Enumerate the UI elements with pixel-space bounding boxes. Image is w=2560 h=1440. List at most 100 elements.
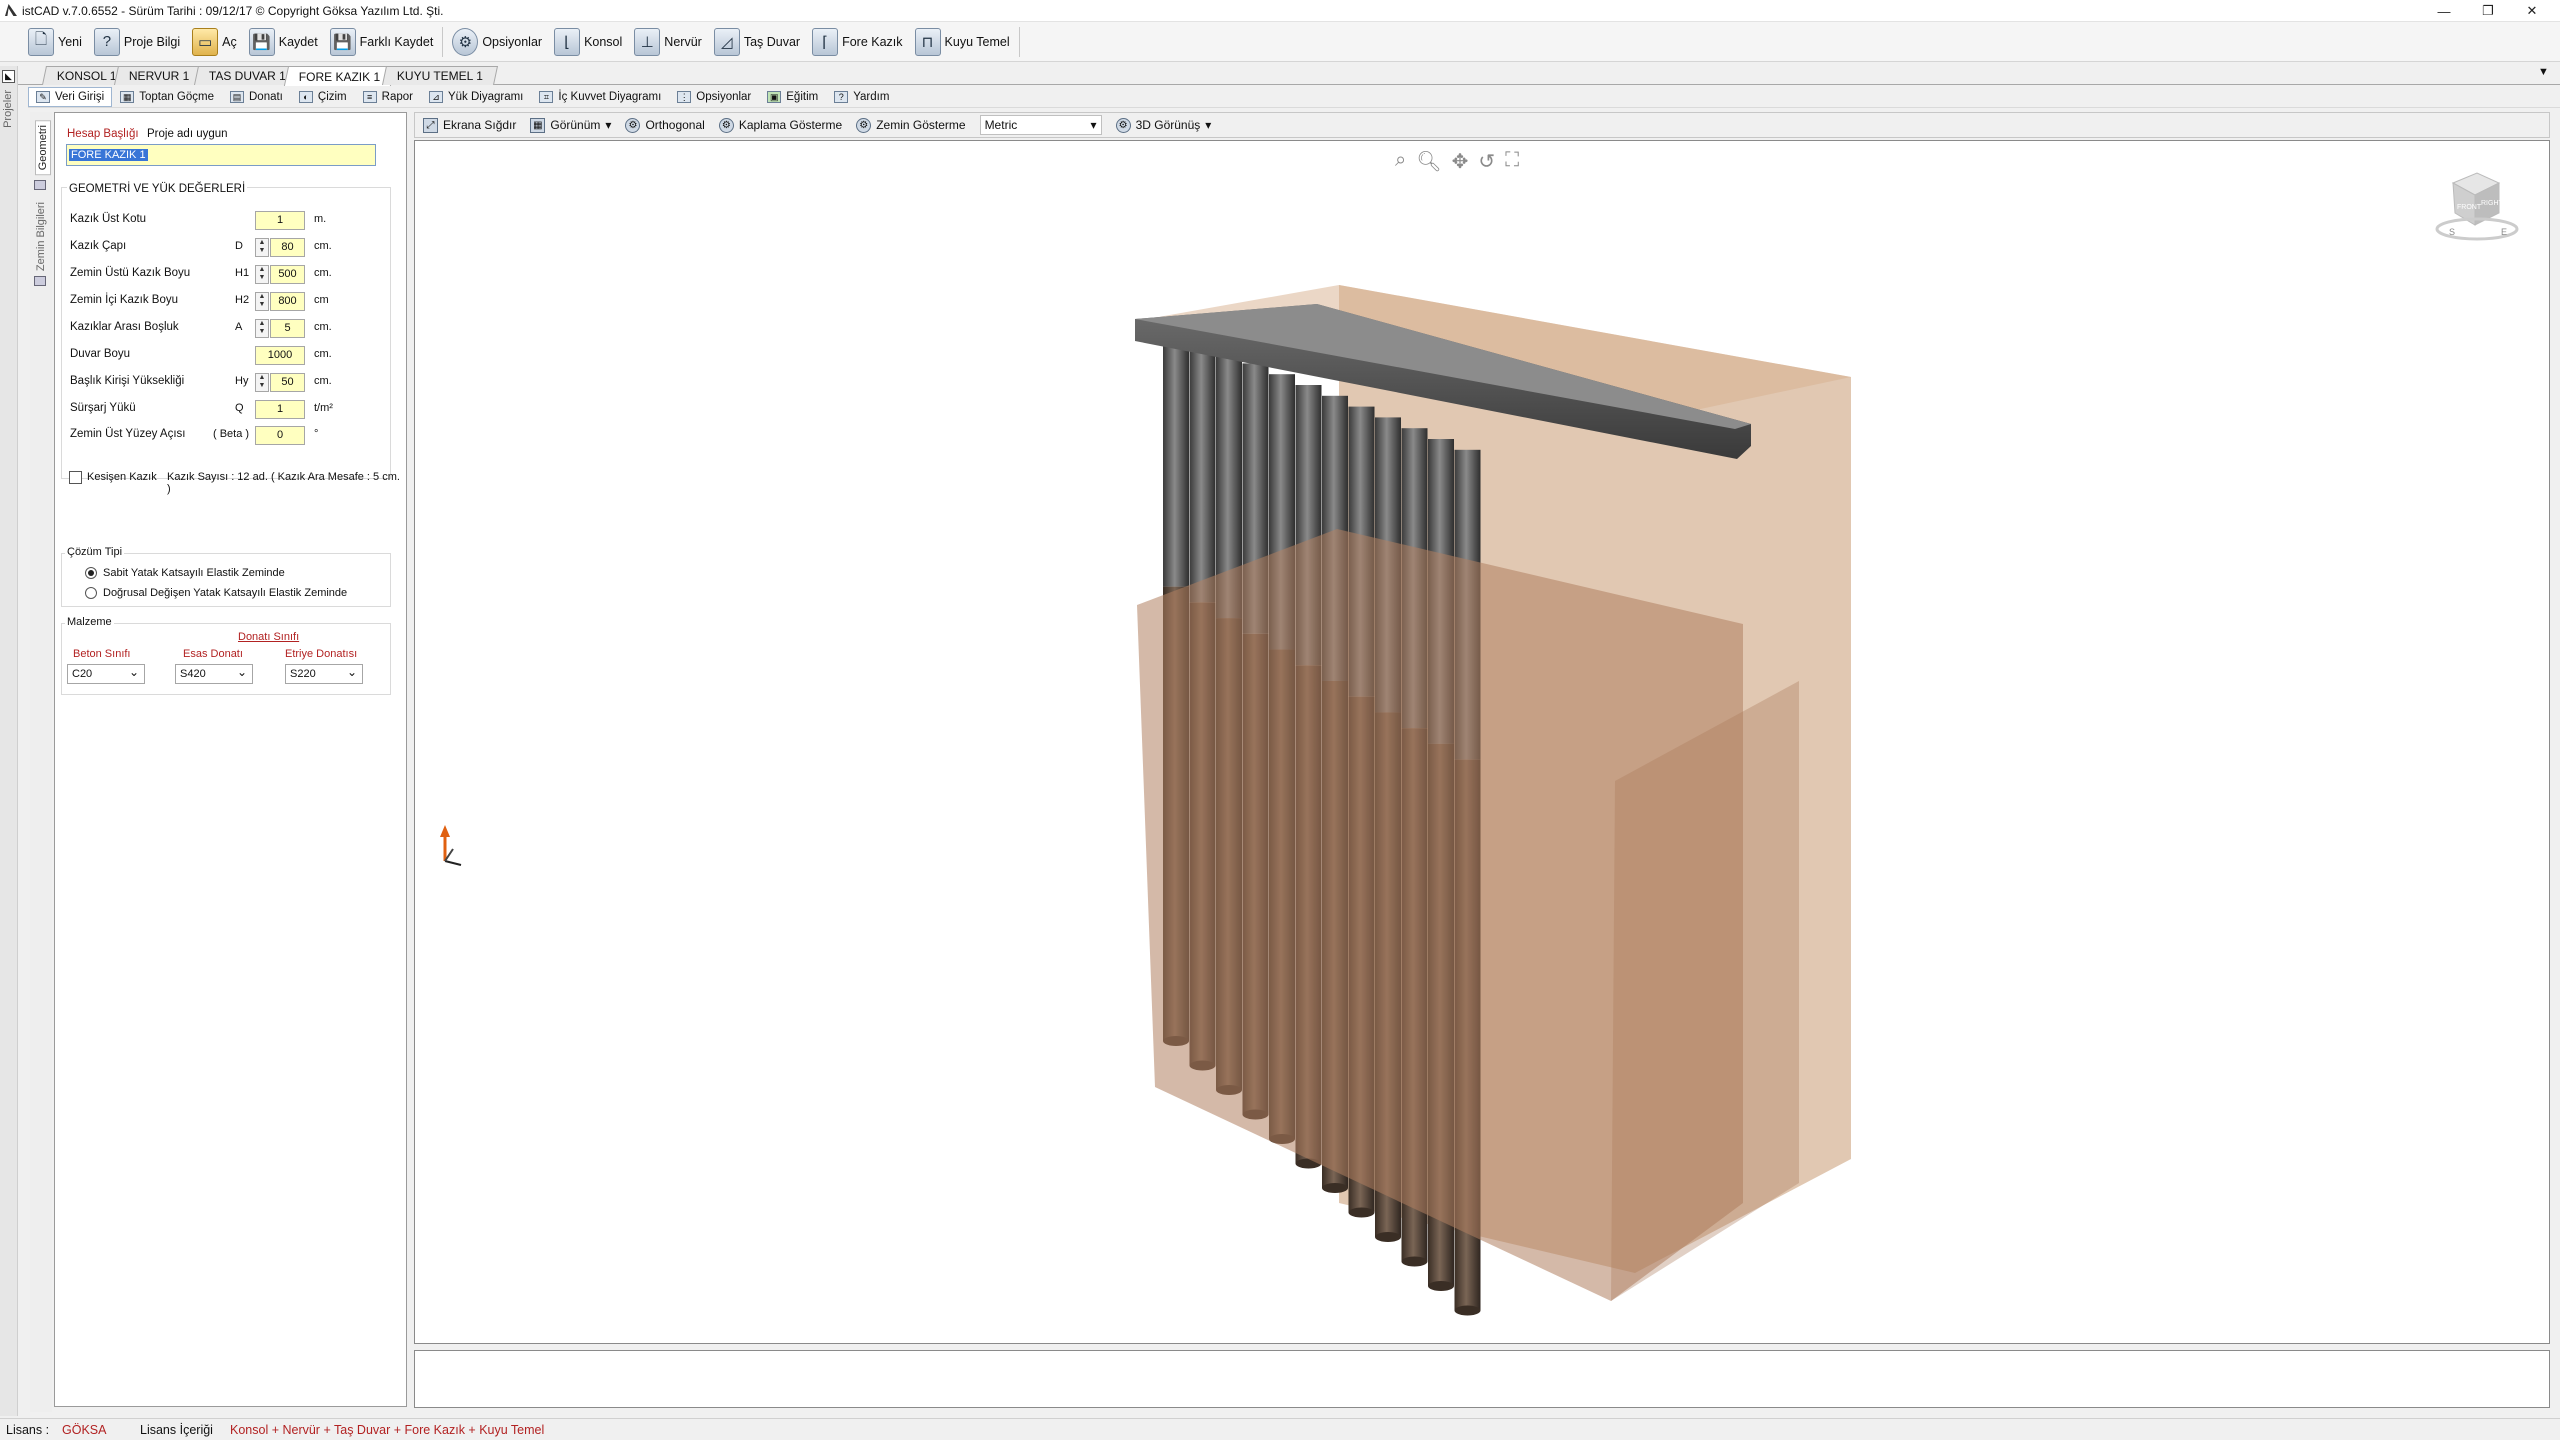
geometry-value-input[interactable]: 80	[270, 238, 305, 257]
fit-icon: ⤢	[423, 117, 438, 133]
zoom-window-icon[interactable]: ⌕	[1395, 149, 1406, 174]
projects-tab[interactable]: Projeler	[2, 90, 14, 128]
close-button[interactable]: ✕	[2510, 0, 2554, 22]
value-stepper[interactable]: ▲ ▼	[255, 319, 269, 338]
pin-icon[interactable]: ◣	[2, 70, 15, 83]
value-stepper[interactable]: ▲ ▼	[255, 292, 269, 311]
project-info-label: Proje Bilgi	[123, 34, 181, 49]
tab-label: Toptan Göçme	[139, 90, 214, 103]
geometry-row-symbol: H1	[235, 267, 250, 279]
new-button[interactable]: 🗋 Yeni	[22, 25, 88, 59]
tab-label: TAS DUVAR 1	[208, 69, 286, 83]
geometry-value-input[interactable]: 5	[270, 319, 305, 338]
tab-yuk-diyagrami[interactable]: ⊿ Yük Diyagramı	[421, 87, 531, 107]
geometry-row-symbol: ( Beta )	[213, 428, 250, 440]
cozum-dogrusal-radio[interactable]	[85, 587, 97, 599]
tab-label: İç Kuvvet Diyagramı	[558, 90, 662, 103]
3d-scene: FRONT RIGHT S E	[440, 172, 2519, 1316]
geometry-group-title: GEOMETRİ VE YÜK DEĞERLERİ	[67, 183, 248, 195]
cozum-sabit-radio[interactable]	[85, 567, 97, 579]
view-dropdown[interactable]: ▦ Görünüm ▾	[530, 117, 611, 133]
fore-kazik-button[interactable]: ⌈ Fore Kazık	[806, 25, 908, 59]
navigation-controls: ⌕ 🔍︎ ✥ ↺ ⛶	[1395, 149, 1519, 174]
tab-label: NERVUR 1	[128, 69, 190, 83]
tab-nervur-1[interactable]: NERVUR 1	[113, 66, 205, 85]
ribbed-wall-icon: ⊥	[634, 27, 661, 56]
tab-toptan-gocme[interactable]: ▦ Toptan Göçme	[112, 87, 222, 107]
kuyu-temel-button[interactable]: ⊓ Kuyu Temel	[909, 25, 1016, 59]
tab-opsiyonlar[interactable]: ⋮ Opsiyonlar	[669, 87, 759, 107]
restore-button[interactable]: ❐	[2466, 0, 2510, 22]
tab-geometri[interactable]: Geometri	[35, 120, 51, 176]
tab-rapor[interactable]: ≡ Rapor	[355, 87, 421, 107]
save-button[interactable]: 💾 Kaydet	[243, 25, 324, 59]
beton-sinifi-select[interactable]: C20	[67, 663, 145, 684]
tab-zemin-bilgileri[interactable]: Zemin Bilgileri	[35, 202, 47, 271]
soil-toggle-button[interactable]: ⚙ Zemin Gösterme	[856, 117, 966, 133]
soil-label: Zemin Gösterme	[876, 118, 966, 132]
drawing-icon: ◐	[298, 90, 313, 103]
donati-sinifi-link[interactable]: Donatı Sınıfı	[238, 631, 299, 643]
options-button[interactable]: ⚙ Opsiyonlar	[446, 25, 548, 59]
texture-toggle-button[interactable]: ⚙ Kaplama Gösterme	[718, 117, 842, 133]
tab-list-dropdown[interactable]: ▼	[2538, 66, 2549, 78]
input-vertical-tabs: Geometri Zemin Bilgileri	[30, 112, 52, 1412]
hesap-basligi-input[interactable]: FORE KAZIK 1	[66, 144, 376, 166]
tas-duvar-button[interactable]: ◿ Taş Duvar	[708, 25, 806, 59]
fullscreen-icon[interactable]: ⛶	[1505, 149, 1519, 174]
value-stepper[interactable]: ▲ ▼	[255, 373, 269, 392]
project-info-button[interactable]: ? Proje Bilgi	[88, 25, 186, 59]
units-select[interactable]: Metric ▾	[979, 115, 1102, 135]
tab-veri-girisi[interactable]: ✎ Veri Girişi	[28, 86, 113, 107]
value-stepper[interactable]: ▲ ▼	[255, 238, 269, 257]
geometry-row-label: Kazıklar Arası Boşluk	[70, 321, 179, 333]
tab-yardim[interactable]: ? Yardım	[826, 87, 897, 107]
geometry-row-label: Kazık Çapı	[70, 240, 127, 252]
value-stepper[interactable]: ▲ ▼	[255, 265, 269, 284]
tab-cizim[interactable]: ◐ Çizim	[291, 87, 355, 107]
geometry-row-symbol: Hy	[235, 375, 249, 387]
geometry-value-input[interactable]: 50	[270, 373, 305, 392]
fit-label: Ekrana Sığdır	[443, 118, 517, 132]
nervur-button[interactable]: ⊥ Nervür	[628, 25, 708, 59]
toolbar-separator	[442, 26, 444, 57]
orthogonal-button[interactable]: ⚙ Orthogonal	[625, 117, 705, 133]
geometry-value-input[interactable]: 1	[255, 400, 305, 419]
kesisen-kazik-checkbox[interactable]	[69, 471, 82, 484]
tab-fore-kazik-1[interactable]: FORE KAZIK 1	[283, 66, 396, 86]
tab-label: FORE KAZIK 1	[298, 69, 381, 84]
projects-sidebar: ◣ Projeler	[0, 66, 18, 1416]
open-button[interactable]: ▭ Aç	[186, 25, 243, 59]
stone-wall-icon: ◿	[713, 27, 740, 56]
geometry-value-input[interactable]: 1000	[255, 346, 305, 365]
fit-to-screen-button[interactable]: ⤢ Ekrana Sığdır	[423, 117, 517, 133]
save-icon: 💾	[248, 27, 275, 56]
minimize-button[interactable]: —	[2422, 0, 2466, 22]
konsol-button[interactable]: ⌊ Konsol	[548, 25, 628, 59]
document-tab-bar: KONSOL 1 NERVUR 1 TAS DUVAR 1 FORE KAZIK…	[0, 63, 2560, 86]
3d-viewport[interactable]: FRONT RIGHT S E ⌕ 🔍︎ ✥ ↺ ⛶	[414, 140, 2550, 1344]
new-label: Yeni	[58, 34, 82, 49]
new-file-icon: 🗋	[28, 27, 54, 56]
pan-icon[interactable]: ✥	[1452, 149, 1469, 174]
geometry-value-input[interactable]: 1	[255, 211, 305, 230]
geometry-unit-label: °	[314, 428, 319, 440]
tab-kuyu-temel-1[interactable]: KUYU TEMEL 1	[381, 66, 499, 85]
rotate-icon[interactable]: ↺	[1478, 149, 1495, 174]
etriye-donatisi-select[interactable]: S220	[285, 663, 363, 684]
tab-egitim[interactable]: ▣ Eğitim	[759, 87, 826, 107]
tab-ic-kuvvet-diyagrami[interactable]: ⌗ İç Kuvvet Diyagramı	[531, 87, 669, 107]
view-3d-dropdown[interactable]: ⚙ 3D Görünüş ▾	[1115, 117, 1211, 133]
geometry-value-input[interactable]: 800	[270, 292, 305, 311]
geometry-value-input[interactable]: 500	[270, 265, 305, 284]
esas-donati-label: Esas Donatı	[183, 648, 243, 660]
tab-donati[interactable]: ▤ Donatı	[222, 87, 291, 107]
esas-donati-select[interactable]: S420	[175, 663, 253, 684]
geometry-value-input[interactable]: 0	[255, 426, 305, 445]
view-cube[interactable]: FRONT RIGHT S E	[2435, 172, 2519, 241]
tab-label: Opsiyonlar	[696, 90, 752, 103]
zoom-icon[interactable]: 🔍︎	[1416, 149, 1441, 174]
save-as-button[interactable]: 💾 Farklı Kaydet	[324, 25, 440, 59]
edit-icon: ✎	[36, 90, 50, 103]
cozum-sabit-label: Sabit Yatak Katsayılı Elastik Zeminde	[103, 567, 285, 579]
